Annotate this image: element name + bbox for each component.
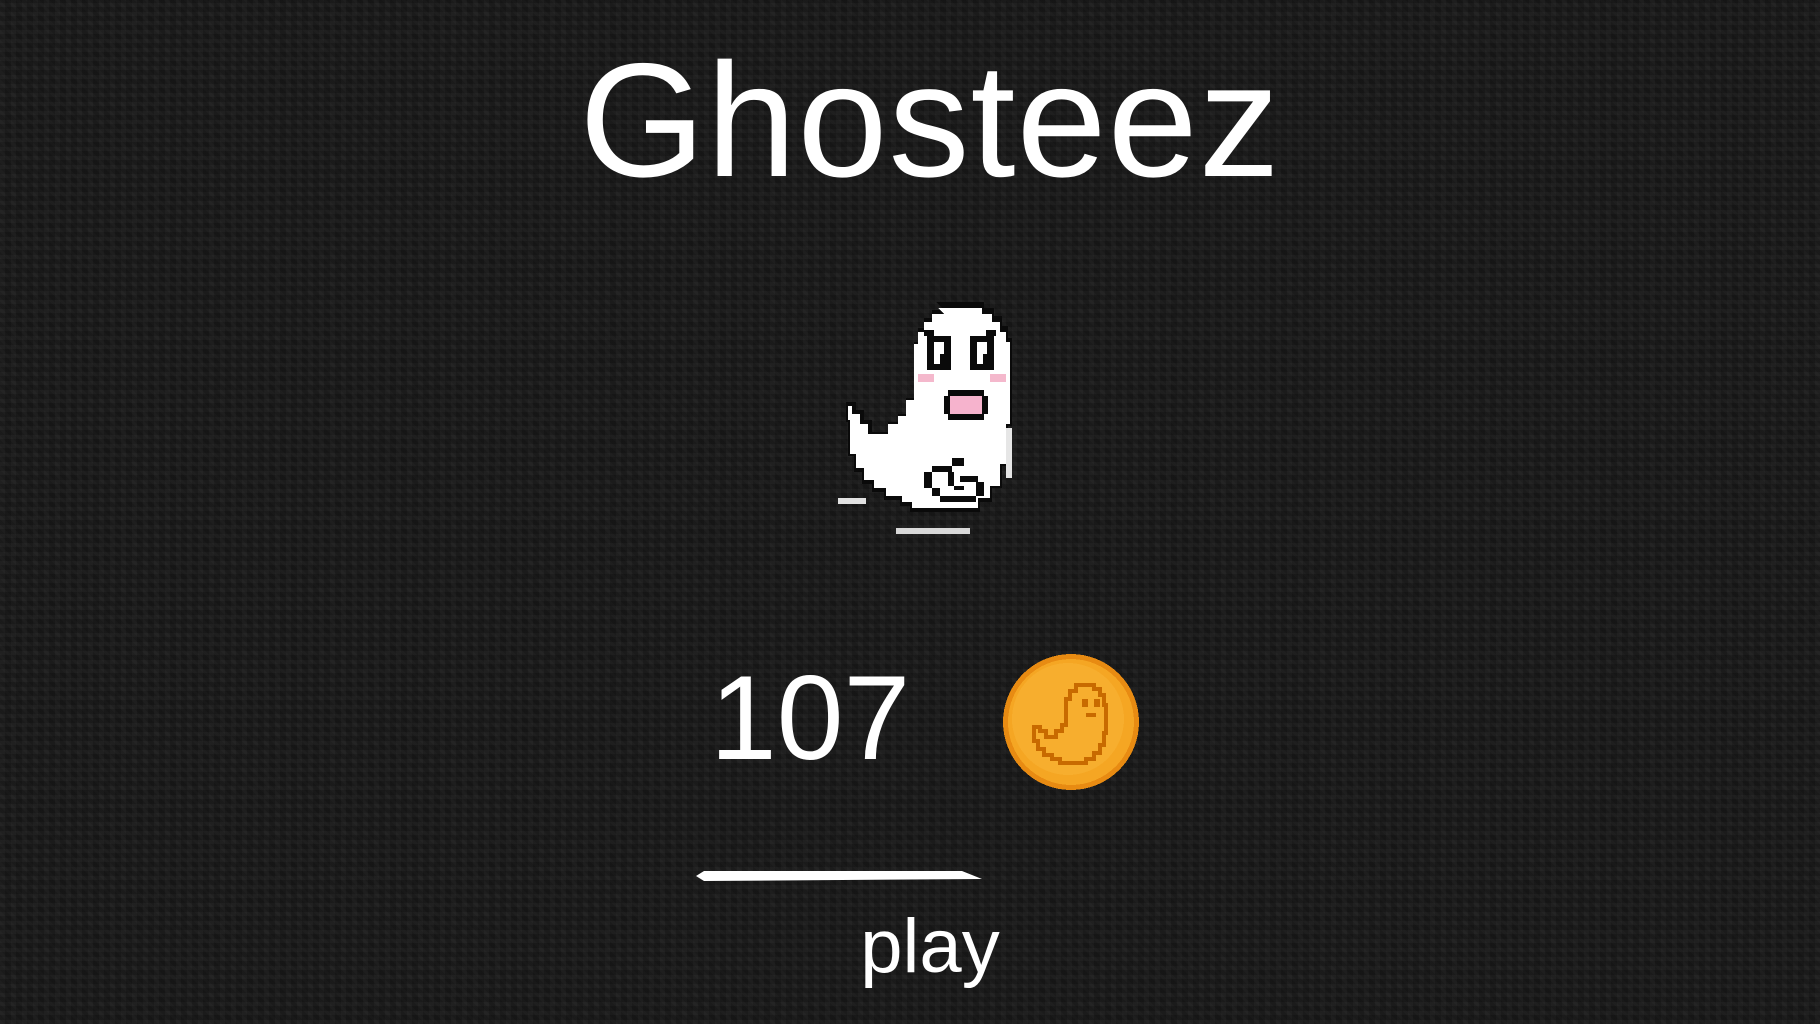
game-screen: Ghosteez 107 play: [0, 0, 1820, 1024]
coin-icon: [1003, 654, 1139, 790]
coin-count: 107: [710, 651, 911, 785]
game-title: Ghosteez: [579, 30, 1281, 211]
ghost-icon: [838, 302, 1012, 534]
play-underline: [696, 871, 982, 881]
play-button[interactable]: play: [820, 902, 1040, 992]
